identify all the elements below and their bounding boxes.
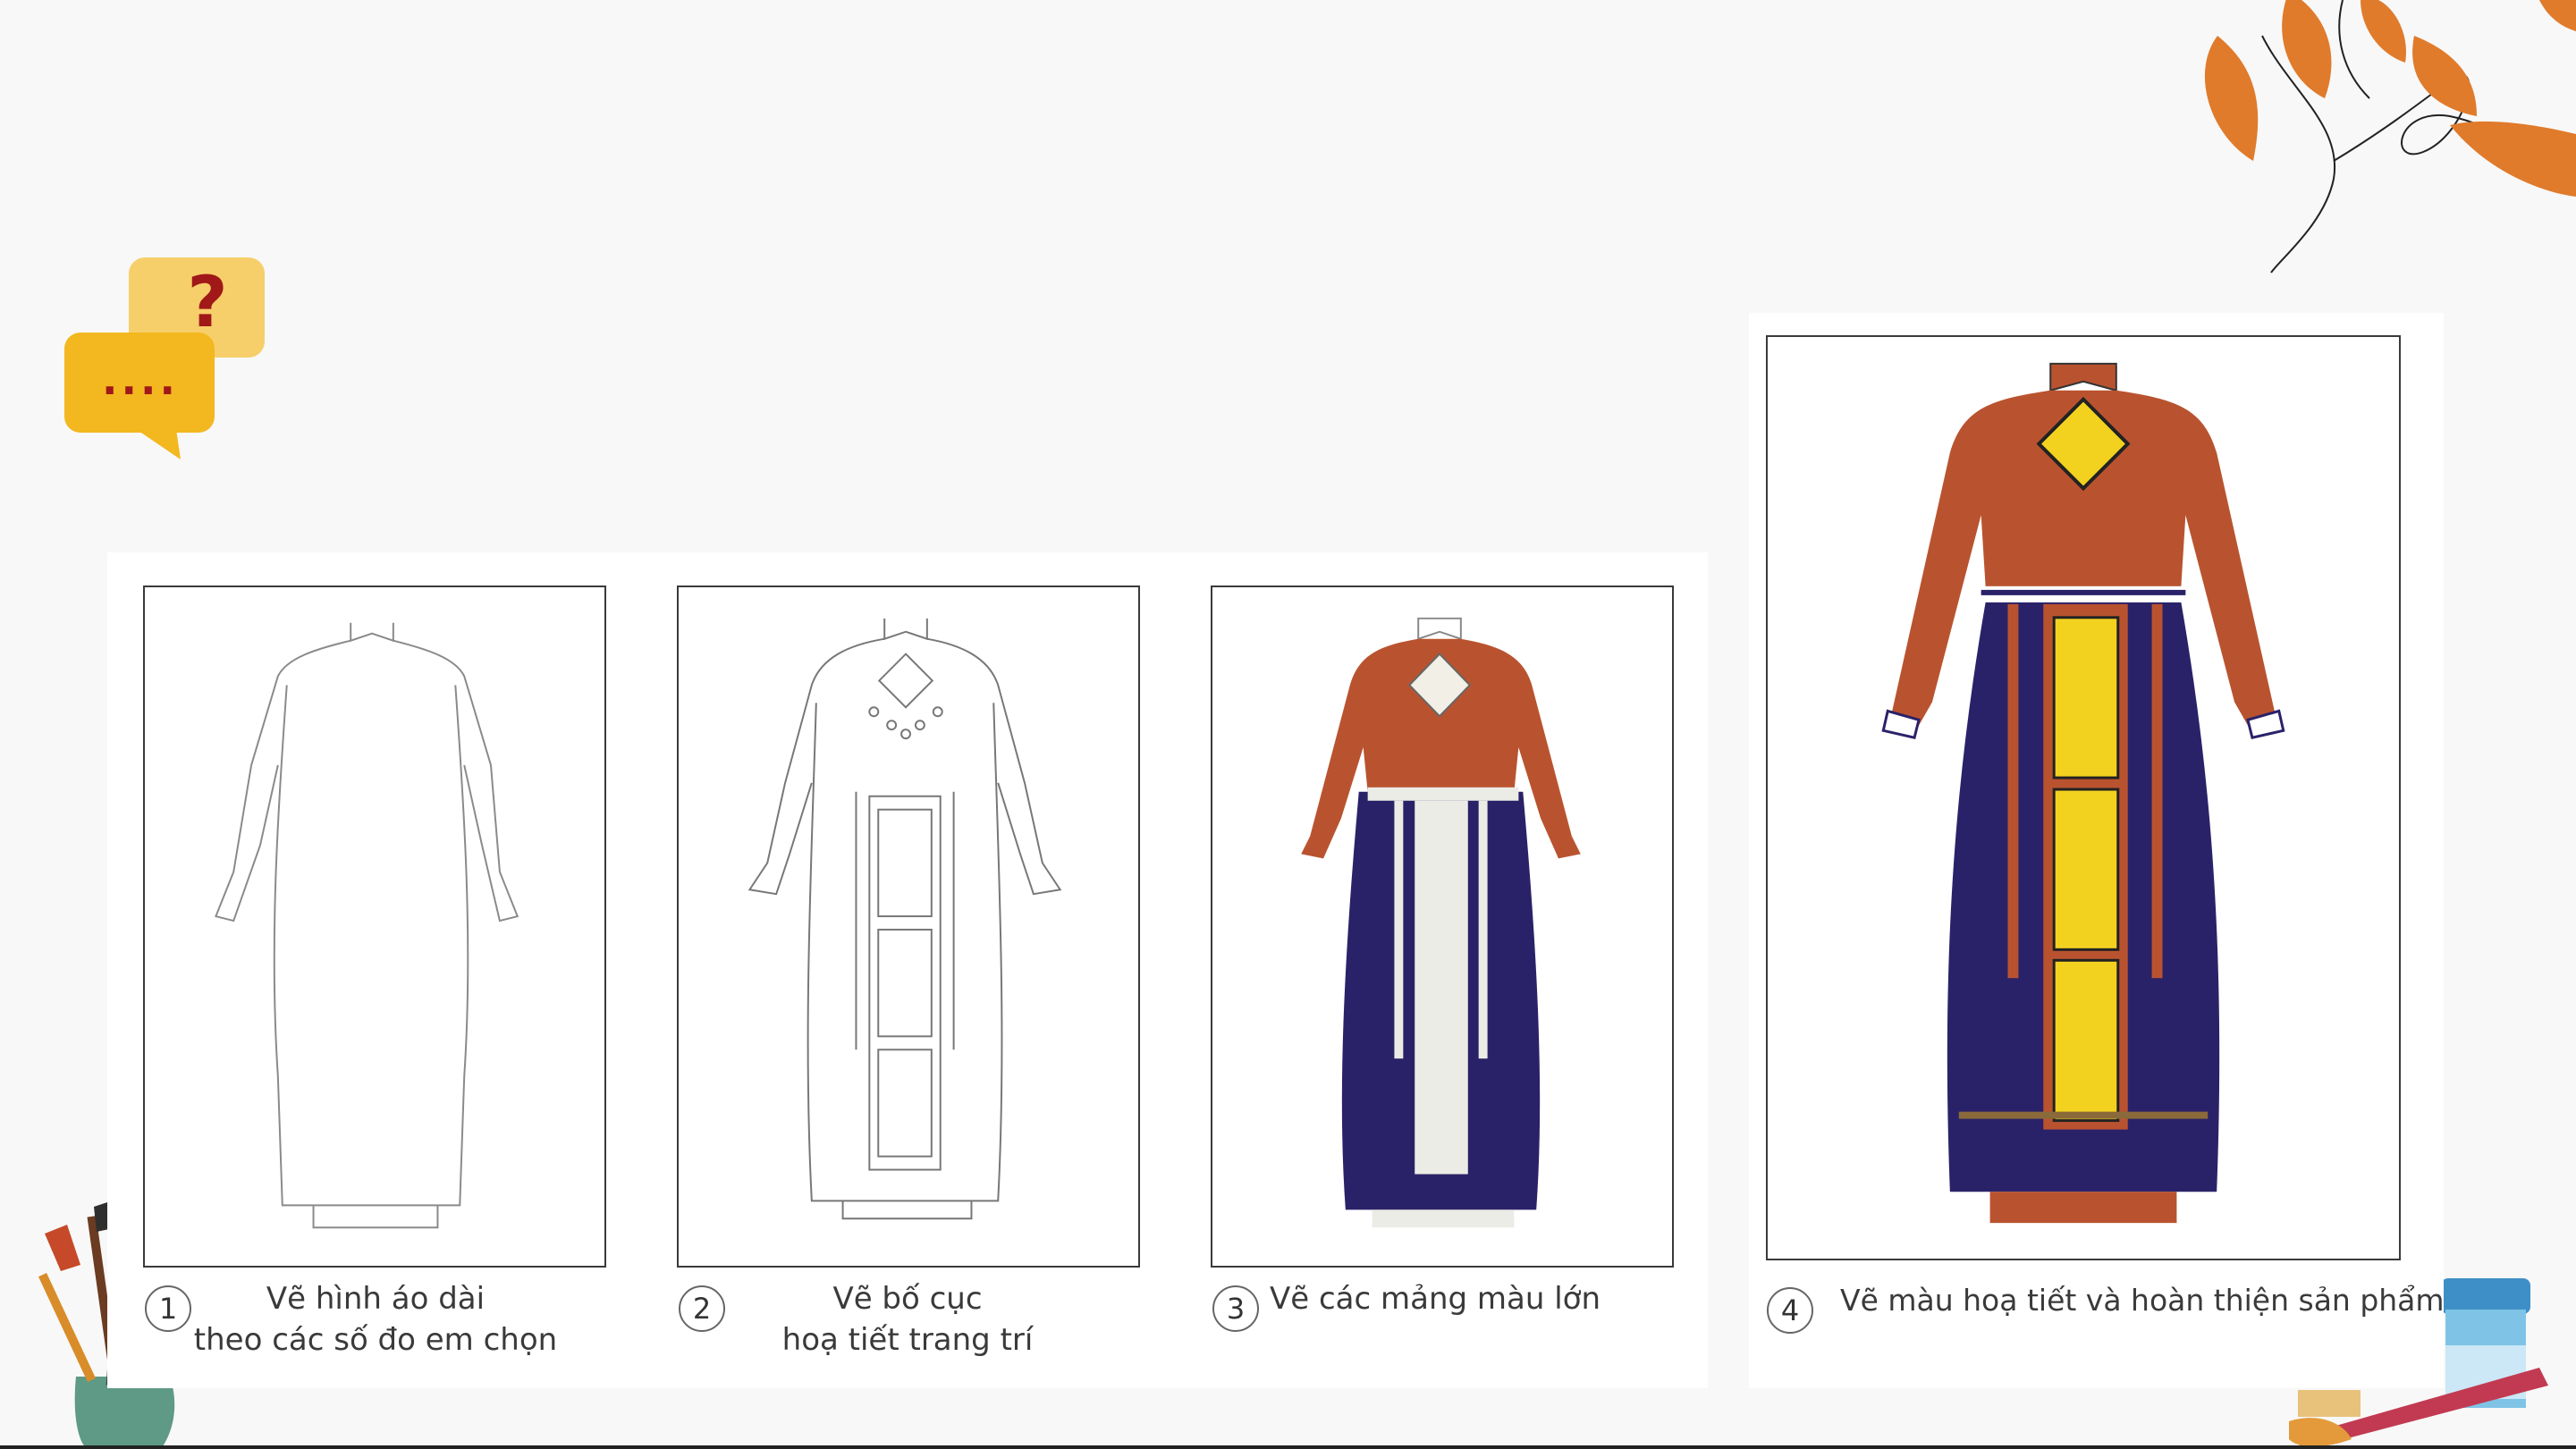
step-3-image [1211,585,1674,1268]
question-chat-icon: ? .... [64,257,270,463]
bottom-border [0,1445,2576,1449]
step-4-caption-line-1: Vẽ màu hoạ tiết và hoàn thiện sản phẩm [1840,1283,2445,1318]
step-1-caption: Vẽ hình áo dài theo các số đo em chọn [179,1278,572,1361]
step-2-number: 2 [679,1285,725,1332]
step-2-caption: Vẽ bố cục hoạ tiết trang trí [733,1278,1082,1361]
step-1-caption-line-2: theo các số đo em chọn [193,1322,558,1358]
step-2-image [677,585,1140,1268]
step-3-caption-line-1: Vẽ các mảng màu lớn [1270,1281,1601,1317]
step-2-caption-line-2: hoạ tiết trang trí [781,1322,1034,1358]
step-1-caption-line-1: Vẽ hình áo dài [266,1281,486,1317]
decorative-leaves [2204,0,2576,274]
step-3-number: 3 [1212,1285,1259,1332]
step-1-image [143,585,606,1268]
step-4-number: 4 [1767,1287,1813,1334]
step-3-caption: Vẽ các mảng màu lớn [1270,1278,1645,1319]
question-mark-glyph: ? [187,263,228,343]
step-4-caption: Vẽ màu hoạ tiết và hoàn thiện sản phẩm [1840,1280,2445,1321]
step-4-image [1766,335,2401,1260]
dots-glyph: .... [102,356,179,404]
step-2-caption-line-1: Vẽ bố cục [832,1281,983,1317]
